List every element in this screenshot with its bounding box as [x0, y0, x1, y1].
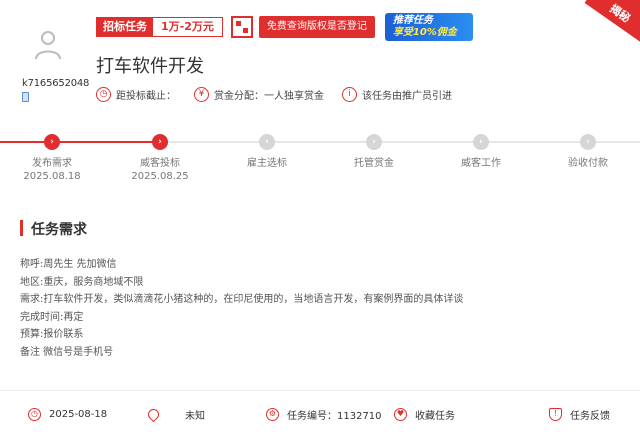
username[interactable]: k7165652048	[22, 78, 89, 89]
requirements-body: 称呼:周先生 先加微信 地区:重庆，服务商地域不限 需求:打车软件开发，类似滴滴…	[20, 256, 463, 361]
info-icon: i	[342, 87, 357, 102]
promo-line-2: 享受10%佣金	[392, 27, 457, 38]
footer-task-no-text: 任务编号：1132710	[287, 410, 382, 422]
footer-location: 未知	[145, 402, 205, 426]
feedback-label: 任务反馈	[570, 410, 610, 422]
step-date: 2025.08.25	[131, 171, 189, 182]
gear-icon: ⚙	[266, 407, 279, 421]
footer-date-text: 2025-08-18	[49, 408, 108, 420]
feedback-button[interactable]: ! 任务反馈	[549, 402, 610, 426]
clock-icon: ◷	[96, 87, 111, 102]
price-range: 1万-2万元	[153, 18, 222, 36]
task-type-label: 招标任务	[97, 18, 153, 36]
favorite-button[interactable]: ♥ 收藏任务	[394, 402, 455, 426]
step-select: › 雇主选标	[207, 132, 327, 169]
task-title: 打车软件开发	[96, 56, 204, 77]
step-label: 威客投标	[140, 158, 180, 169]
step-accept: › 验收付款	[528, 132, 640, 169]
meta-promoter: i 该任务由推广员引进	[342, 87, 452, 102]
step-escrow: › 托管赏金	[314, 132, 434, 169]
promo-line-1: 推荐任务	[392, 15, 433, 26]
clock-icon: ◷	[28, 407, 41, 421]
step-work: › 威客工作	[421, 132, 541, 169]
user-avatar-icon[interactable]	[34, 30, 62, 60]
step-label: 托管赏金	[354, 158, 394, 169]
chevron-right-icon: ›	[152, 134, 168, 150]
phone-verified-icon	[22, 92, 29, 102]
chevron-right-icon: ›	[473, 134, 489, 150]
chevron-right-icon: ›	[580, 134, 596, 150]
step-bid: › 威客投标 2025.08.25	[100, 132, 220, 182]
yen-icon: ¥	[194, 87, 209, 102]
promo-banner[interactable]: 推荐任务 享受10%佣金	[384, 13, 473, 41]
shield-icon: !	[549, 407, 562, 421]
meta-reward-text: 赏金分配：一人独享赏金	[214, 91, 324, 102]
price-tag: 招标任务 1万-2万元	[96, 17, 223, 37]
step-label: 发布需求	[32, 158, 72, 169]
chevron-right-icon: ›	[259, 134, 275, 150]
task-meta-row: ◷ 距投标截止： ¥ 赏金分配：一人独享赏金 i 该任务由推广员引进	[96, 87, 470, 102]
req-line: 称呼:周先生 先加微信	[20, 259, 117, 270]
location-pin-icon	[145, 406, 162, 422]
footer-location-text: 未知	[185, 410, 205, 422]
meta-reward: ¥ 赏金分配：一人独享赏金	[194, 87, 324, 102]
req-line: 完成时间:再定	[20, 311, 84, 323]
step-label: 验收付款	[568, 158, 608, 169]
task-progress: › 发布需求 2025.08.18 › 威客投标 2025.08.25 › 雇主…	[0, 132, 640, 182]
section-accent-bar	[20, 220, 23, 236]
step-label: 雇主选标	[247, 158, 287, 169]
step-date: 2025.08.18	[23, 171, 81, 182]
req-line: 备注 微信号是手机号	[20, 346, 114, 358]
req-line: 需求:打车软件开发，类似滴滴花小猪这种的，在印尼使用的，当地语言开发，有案例界面…	[20, 294, 464, 305]
meta-deadline-text: 距投标截止：	[116, 91, 176, 102]
favorite-label: 收藏任务	[415, 410, 455, 422]
meta-promoter-text: 该任务由推广员引进	[362, 91, 452, 102]
qr-code-icon[interactable]	[230, 16, 253, 38]
copyright-check-banner[interactable]: 免费查询版权是否登记	[258, 16, 375, 38]
task-header-row: 招标任务 1万-2万元 免费查询版权是否登记 推荐任务 享受10%佣金	[96, 13, 473, 41]
meta-deadline: ◷ 距投标截止：	[96, 87, 176, 102]
step-label: 威客工作	[461, 158, 501, 169]
section-title: 任务需求	[31, 222, 87, 238]
footer-task-no: ⚙ 任务编号：1132710	[266, 402, 382, 426]
footer-divider	[0, 390, 640, 391]
footer-date: ◷ 2025-08-18	[28, 402, 107, 426]
chevron-right-icon: ›	[366, 134, 382, 150]
step-publish: › 发布需求 2025.08.18	[0, 132, 112, 182]
task-footer: ◷ 2025-08-18 未知 ⚙ 任务编号：1132710 ♥ 收藏任务 ! …	[0, 402, 640, 426]
req-line: 预算:报价联系	[20, 329, 84, 340]
req-line: 地区:重庆，服务商地域不限	[20, 276, 144, 288]
chevron-right-icon: ›	[44, 134, 60, 150]
corner-ribbon[interactable]: 揭秘	[584, 0, 640, 44]
heart-icon: ♥	[394, 407, 407, 421]
